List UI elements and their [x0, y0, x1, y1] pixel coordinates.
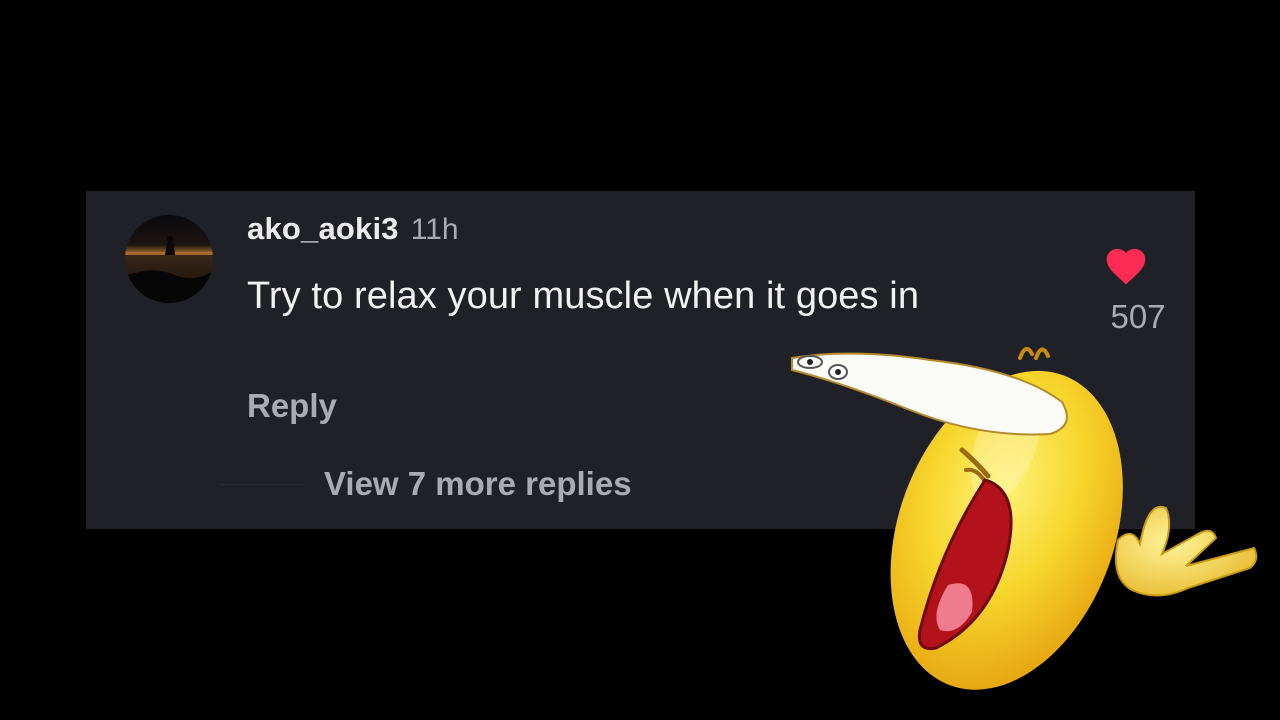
view-replies-button[interactable]: View 7 more replies [221, 465, 632, 503]
view-replies-label: View 7 more replies [324, 465, 632, 502]
replies-divider [221, 483, 303, 485]
timestamp: 11h [410, 213, 459, 246]
like-button[interactable]: 507 [1081, 246, 1171, 336]
video-frame: ako_aoki3 11h Try to relax your muscle w… [0, 0, 1280, 720]
laughing-emoji-icon [791, 346, 1258, 690]
heart-icon[interactable] [1105, 246, 1147, 286]
comment-text: Try to relax your muscle when it goes in [247, 275, 920, 317]
comment-header: ako_aoki3 11h [247, 211, 459, 247]
avatar-image [125, 215, 213, 303]
avatar[interactable] [125, 215, 213, 303]
reply-button[interactable]: Reply [247, 387, 337, 425]
username[interactable]: ako_aoki3 [247, 211, 399, 247]
